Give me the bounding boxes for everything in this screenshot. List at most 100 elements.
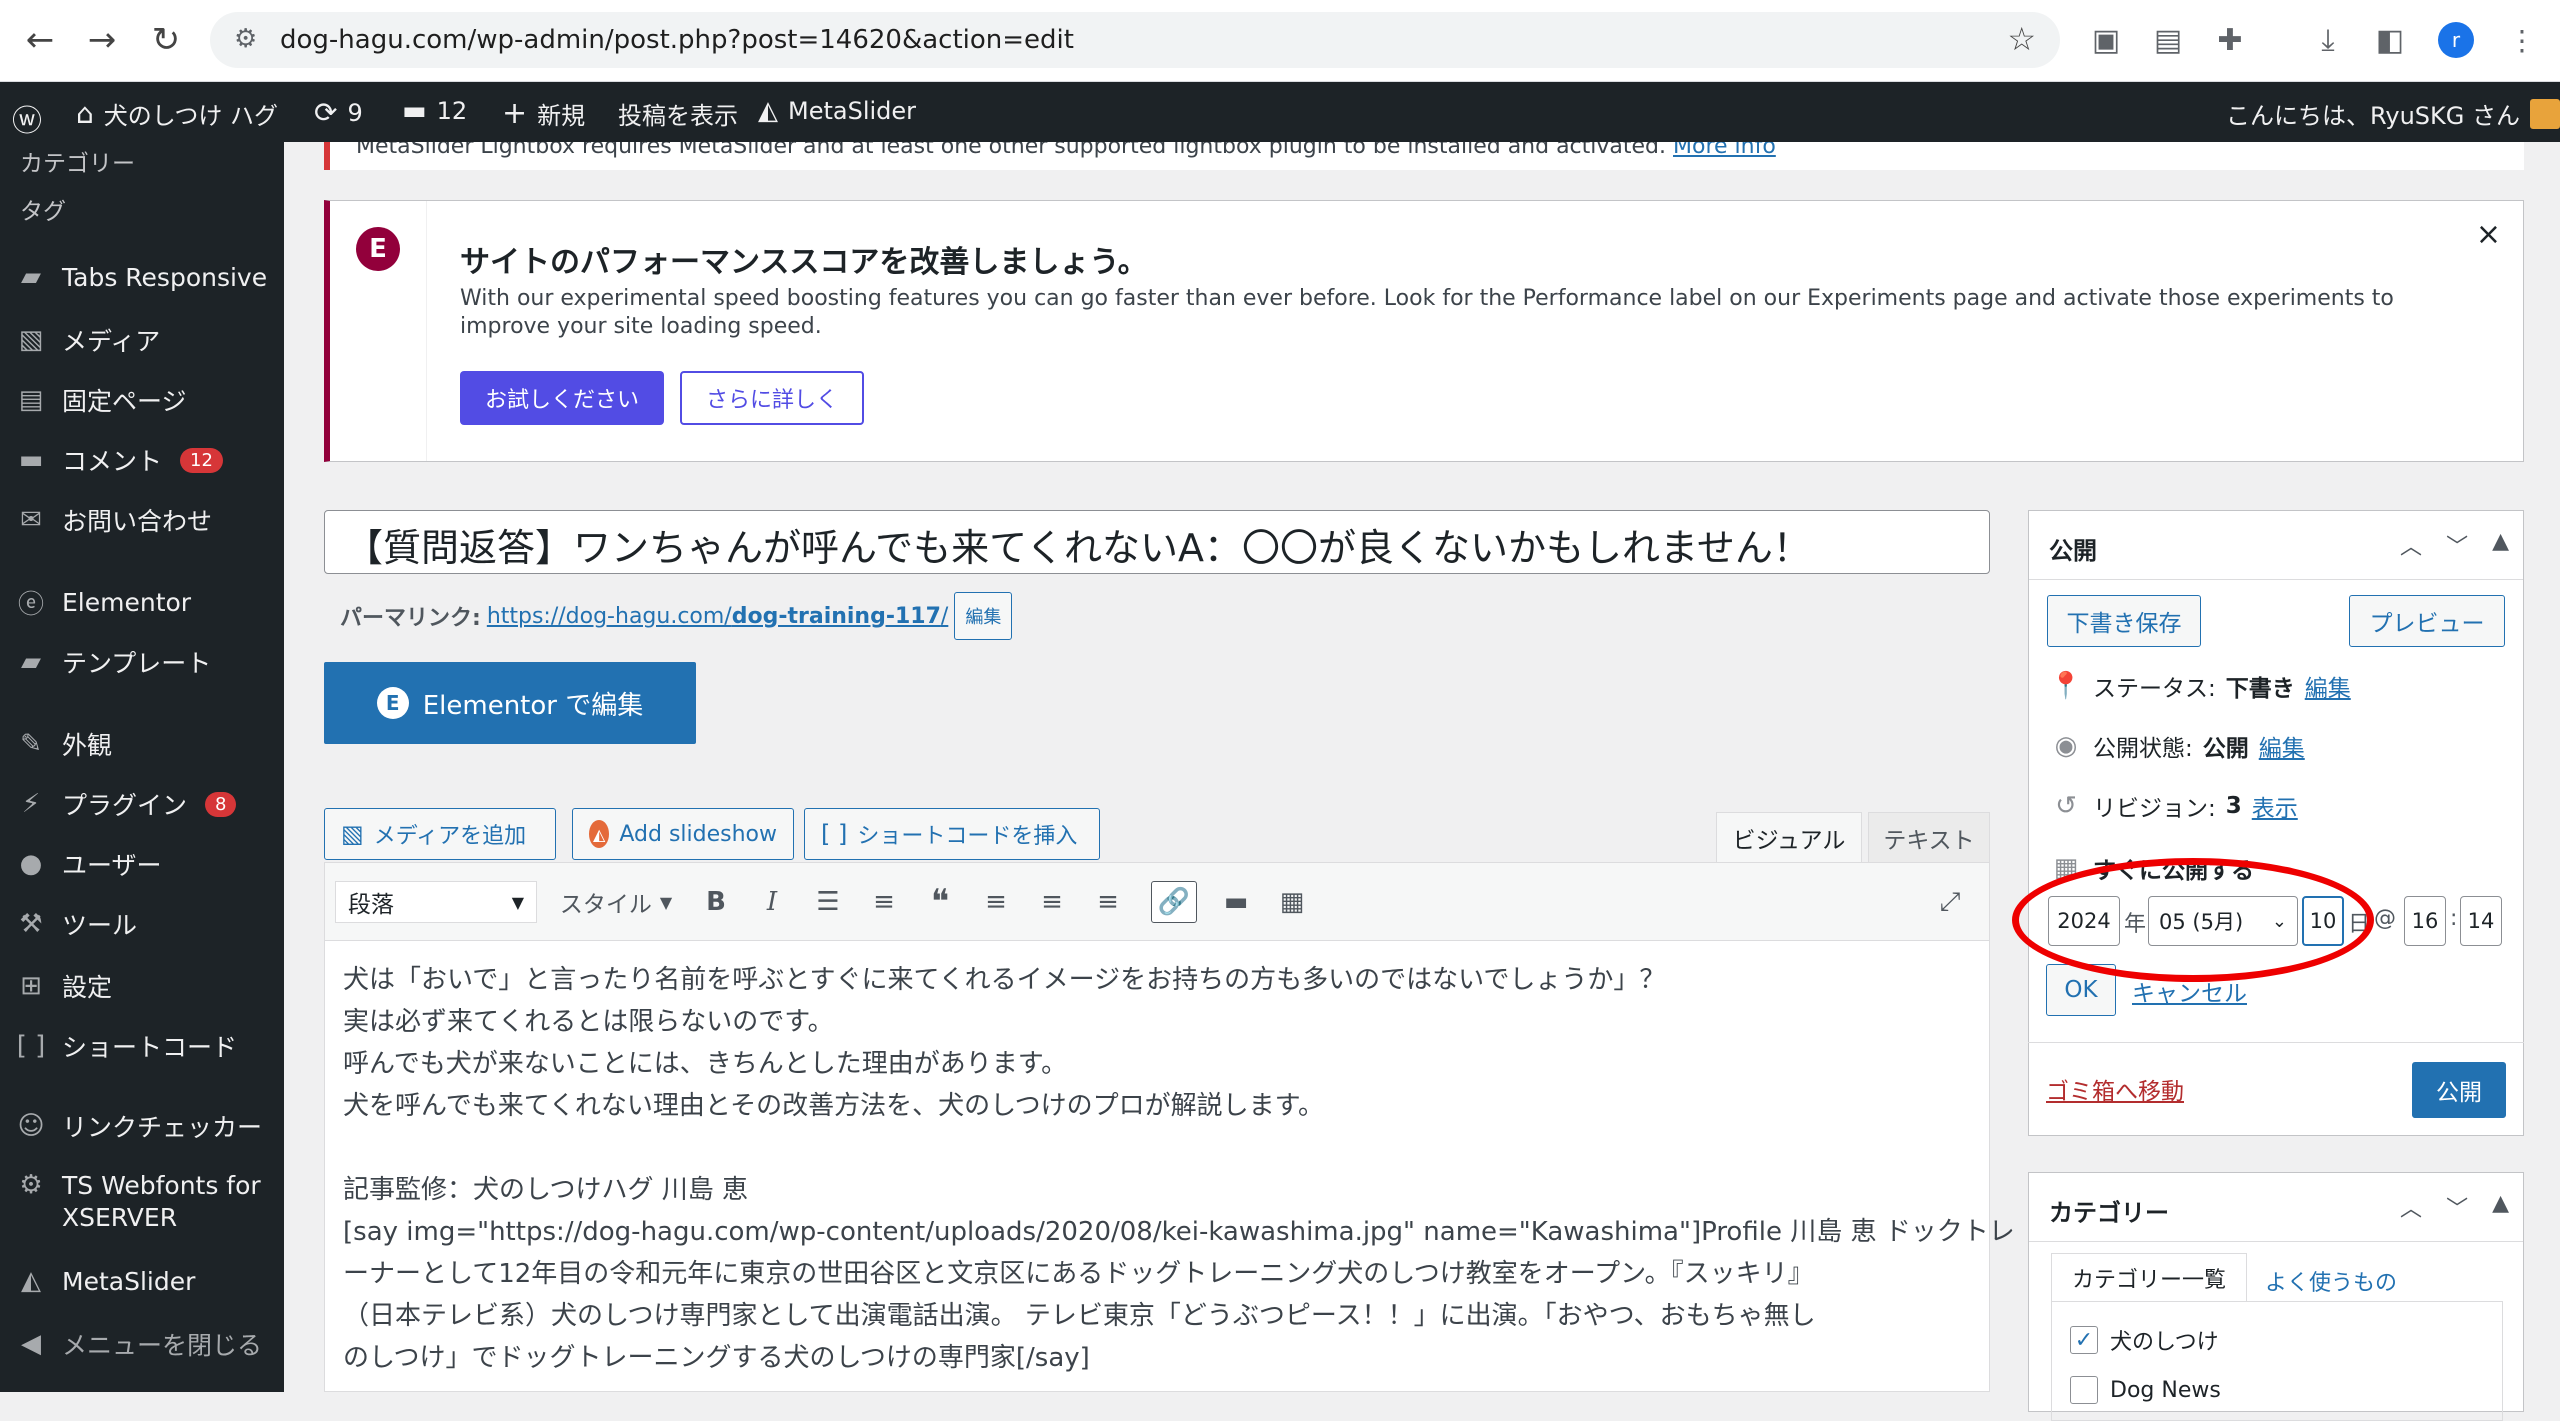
sidebar-item-label: 固定ページ (62, 387, 187, 416)
category-item[interactable]: ✓ 犬のしつけ (2070, 1324, 2219, 1356)
media-extension-icon[interactable]: ▤ (2148, 20, 2188, 60)
sidebar-item-appearance[interactable]: ✎ 外観 (14, 726, 112, 762)
minute-input[interactable]: 14 (2460, 896, 2502, 946)
metaslider-notice: MetaSlider Lightbox requires MetaSlider … (324, 142, 2524, 170)
sidebar-item-pages[interactable]: ▤ 固定ページ (14, 382, 187, 418)
post-title-input[interactable]: 【質問返答】ワンちゃんが呼んでも来てくれないA：〇〇が良くないかもしれません！ (324, 510, 1990, 574)
add-slideshow-button[interactable]: ◭ Add slideshow (572, 808, 794, 860)
view-post-link[interactable]: 投稿を表示 (618, 96, 738, 131)
align-center-icon[interactable]: ≡ (1031, 881, 1073, 923)
cancel-link[interactable]: キャンセル (2132, 974, 2247, 1008)
sidebar-collapse-menu[interactable]: ◀ メニューを閉じる (14, 1326, 262, 1362)
publish-button[interactable]: 公開 (2412, 1062, 2506, 1118)
month-select[interactable]: 05 (5月) ⌄ (2148, 896, 2298, 946)
preview-button[interactable]: プレビュー (2349, 595, 2505, 647)
sidebar-item-media[interactable]: ▧ メディア (14, 322, 161, 358)
hour-input[interactable]: 16 (2404, 896, 2446, 946)
sidebar-sub-tag[interactable]: タグ (20, 192, 66, 226)
tab-text[interactable]: テキスト (1868, 812, 1990, 862)
move-to-trash-link[interactable]: ゴミ箱へ移動 (2046, 1072, 2184, 1106)
site-name-link[interactable]: ⌂ 犬のしつけ ハグ (76, 96, 278, 131)
bookmark-star-icon[interactable]: ☆ (2007, 20, 2036, 58)
align-left-icon[interactable]: ≡ (975, 881, 1017, 923)
camera-icon[interactable]: ▣ (2086, 20, 2126, 60)
fullscreen-icon[interactable]: ⤢ (1929, 881, 1971, 923)
sidebar-item-contact[interactable]: ✉ お問い合わせ (14, 502, 212, 538)
side-panel-icon[interactable]: ◧ (2370, 20, 2410, 60)
checkbox-checked[interactable]: ✓ (2070, 1326, 2098, 1354)
sidebar-item-shortcode[interactable]: [ ] ショートコード (14, 1028, 237, 1064)
forward-icon[interactable]: → (80, 18, 124, 62)
bullet-list-icon[interactable]: ☰ (807, 881, 849, 923)
toggle-panel-icon[interactable]: ▲ (2492, 1191, 2509, 1223)
status-edit-link[interactable]: 編集 (2305, 669, 2351, 703)
align-right-icon[interactable]: ≡ (1087, 881, 1129, 923)
more-menu-icon[interactable]: ⋮ (2502, 20, 2542, 60)
new-content-link[interactable]: + 新規 (502, 96, 585, 131)
close-icon[interactable]: × (2476, 217, 2501, 252)
sidebar-item-elementor[interactable]: ⓔ Elementor (14, 584, 191, 621)
toolbar-toggle-icon[interactable]: ▦ (1271, 881, 1313, 923)
account-greeting[interactable]: こんにちは、RyuSKG さん (2226, 96, 2560, 131)
try-button[interactable]: お試しください (460, 371, 664, 425)
read-more-icon[interactable]: ▬ (1215, 881, 1257, 923)
sidebar-item-comments[interactable]: ▬ コメント 12 (14, 442, 223, 478)
download-icon[interactable]: ⤓ (2308, 20, 2348, 60)
mail-icon: ✉ (20, 505, 42, 535)
toggle-panel-icon[interactable]: ▲ (2492, 529, 2509, 561)
more-info-link[interactable]: More info (1673, 142, 1776, 159)
visibility-edit-link[interactable]: 編集 (2259, 729, 2305, 763)
sidebar-item-users[interactable]: ● ユーザー (14, 846, 162, 882)
insert-shortcode-button[interactable]: [ ] ショートコードを挿入 (804, 808, 1100, 860)
chevron-up-icon[interactable]: ︿ (2400, 1191, 2422, 1223)
permalink-link[interactable]: https://dog-hagu.com/dog-training-117/ (487, 604, 949, 629)
chevron-down-icon[interactable]: ﹀ (2446, 1191, 2468, 1223)
checkbox-unchecked[interactable] (2070, 1376, 2098, 1404)
bold-icon[interactable]: B (695, 881, 737, 923)
sidebar-item-templates[interactable]: ▰ テンプレート (14, 644, 211, 680)
tab-popular-categories[interactable]: よく使うもの (2265, 1265, 2397, 1297)
ok-button[interactable]: OK (2046, 964, 2116, 1016)
save-draft-button[interactable]: 下書き保存 (2047, 595, 2201, 647)
chevron-down-icon[interactable]: ﹀ (2446, 529, 2468, 561)
sidebar-sub-category[interactable]: カテゴリー (20, 144, 135, 178)
metaslider-link[interactable]: ◭ MetaSlider (758, 96, 916, 126)
numbered-list-icon[interactable]: ≡ (863, 881, 905, 923)
permalink-edit-button[interactable]: 編集 (954, 592, 1013, 640)
blockquote-icon[interactable]: ❝ (919, 881, 961, 923)
learn-more-button[interactable]: さらに詳しく (680, 371, 864, 425)
back-icon[interactable]: ← (18, 18, 62, 62)
year-input[interactable]: 2024 (2048, 896, 2120, 946)
tab-visual[interactable]: ビジュアル (1716, 812, 1862, 862)
revisions-show-link[interactable]: 表示 (2252, 789, 2298, 823)
comments-link[interactable]: ▬ 12 (402, 96, 467, 126)
sidebar-item-tools[interactable]: ⚒ ツール (14, 906, 137, 942)
sidebar-item-settings[interactable]: ⊞ 設定 (14, 968, 112, 1004)
tab-all-categories[interactable]: カテゴリー一覧 (2051, 1253, 2247, 1301)
italic-icon[interactable]: I (751, 881, 793, 923)
address-bar[interactable]: ⚙ dog-hagu.com/wp-admin/post.php?post=14… (210, 12, 2060, 68)
sidebar-item-metaslider[interactable]: ◭ MetaSlider (14, 1266, 195, 1296)
day-input[interactable]: 10 (2302, 896, 2344, 946)
sidebar-item-tabs-responsive[interactable]: ▰ Tabs Responsive (14, 262, 267, 292)
updates-link[interactable]: ⟳ 9 (314, 96, 363, 129)
chevron-up-icon[interactable]: ︿ (2400, 529, 2422, 561)
editor-content[interactable]: 犬は「おいで」と言ったり名前を呼ぶとすぐに来てくれるイメージをお持ちの方も多いの… (343, 959, 2015, 1379)
style-select[interactable]: スタイル ▼ (551, 881, 681, 923)
wordpress-logo-icon[interactable]: ⓦ (12, 96, 42, 140)
category-item[interactable]: Dog News (2070, 1376, 2221, 1404)
extensions-puzzle-icon[interactable]: ✚ (2210, 20, 2250, 60)
sidebar-item-link-checker[interactable]: ☺ リンクチェッカー (14, 1108, 262, 1144)
add-media-button[interactable]: ▧ メディアを追加 (324, 808, 556, 860)
format-select[interactable]: 段落 ▼ (335, 881, 537, 923)
bracket-icon: [ ] (821, 820, 848, 848)
reload-icon[interactable]: ↻ (144, 18, 188, 62)
chevron-down-icon: ⌄ (2271, 910, 2287, 932)
profile-avatar[interactable]: r (2438, 22, 2474, 58)
edit-with-elementor-button[interactable]: E Elementor で編集 (324, 662, 696, 744)
sidebar-item-label: ユーザー (62, 851, 162, 880)
sidebar-item-plugins[interactable]: ⚡ プラグイン 8 (14, 786, 237, 822)
link-icon[interactable]: 🔗 (1151, 881, 1197, 923)
sidebar-item-ts-webfonts[interactable]: ⚙ TS Webfonts for XSERVER (14, 1170, 282, 1234)
site-info-icon[interactable]: ⚙ (234, 24, 257, 54)
